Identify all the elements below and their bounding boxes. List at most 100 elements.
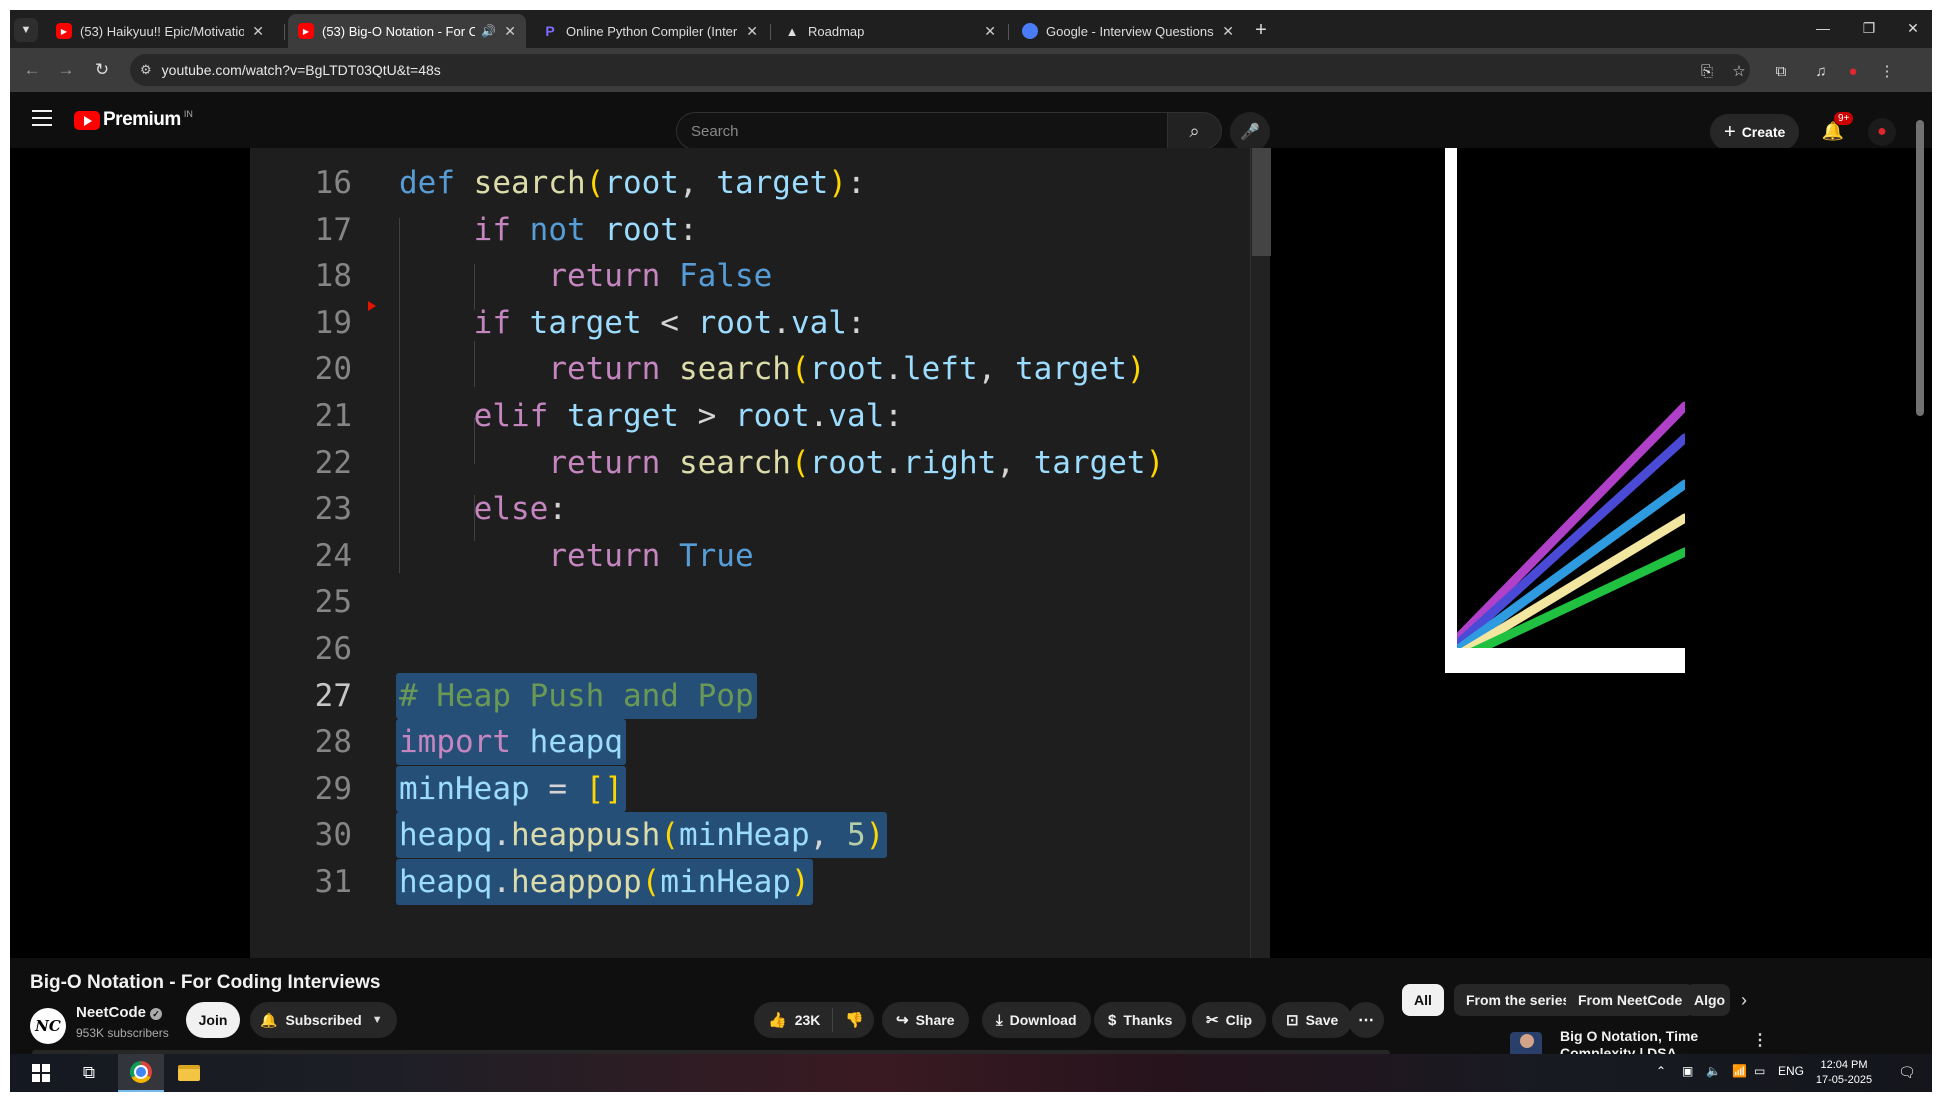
restore-button[interactable]: ❐ (1846, 10, 1892, 46)
back-button[interactable]: ← (20, 58, 44, 82)
clock[interactable]: 12:04 PM 17-05-2025 (1814, 1058, 1874, 1088)
extensions-icon[interactable]: ⧉ (1770, 60, 1792, 82)
share-button[interactable]: ↪ Share (882, 1002, 969, 1038)
tab-divider (770, 24, 771, 40)
chevron-up-icon[interactable]: ⌃ (1656, 1064, 1666, 1078)
youtube-premium-logo[interactable]: Premium IN (74, 109, 193, 131)
account-avatar[interactable]: ● (1868, 118, 1896, 146)
join-button[interactable]: Join (186, 1002, 240, 1038)
code-token: else (473, 491, 549, 528)
chevron-down-icon: ▼ (371, 1014, 383, 1026)
create-button[interactable]: + Create (1710, 114, 1800, 150)
line-number: 25 (314, 584, 352, 621)
line-number: 18 (314, 258, 352, 295)
media-controls-icon[interactable]: ♫ (1810, 60, 1832, 82)
audio-playing-icon[interactable]: 🔊 (481, 24, 496, 38)
code-token: > (678, 398, 735, 434)
line-number: 24 (314, 537, 352, 574)
code-token: if (473, 211, 530, 248)
start-button[interactable] (18, 1054, 64, 1092)
close-tab-icon[interactable]: ✕ (252, 23, 264, 40)
windows-taskbar: ⧉ ⌃ ▣ 🔈 📶 ▭ ENG 12:04 PM 17-05-2025 🗨 (10, 1054, 1932, 1092)
voice-search-button[interactable]: 🎤 (1230, 112, 1270, 152)
tab-title: (53) Haikyuu!! Epic/Motivational (80, 23, 245, 39)
chip-all[interactable]: All (1402, 984, 1444, 1016)
code-token: val (828, 398, 885, 434)
tab-google-interview-questions[interactable]: Google - Interview Questions | Leet ✕ (1012, 14, 1244, 48)
search-input[interactable]: Search (676, 112, 1168, 150)
minimize-button[interactable]: — (1800, 10, 1846, 46)
tab-haikyuu[interactable]: ▶ (53) Haikyuu!! Epic/Motivational ✕ (46, 14, 274, 48)
close-tab-icon[interactable]: ✕ (504, 23, 516, 40)
download-button[interactable]: ⤓ Download (982, 1002, 1091, 1038)
code-token: True (678, 537, 754, 574)
code-token: ( (790, 351, 810, 388)
tab-search-button[interactable]: ▼ (14, 18, 38, 42)
new-tab-button[interactable]: + (1247, 16, 1275, 44)
thanks-button[interactable]: $ Thanks (1094, 1002, 1187, 1038)
notifications-center-icon[interactable]: 🗨 (1898, 1064, 1916, 1081)
tab-online-python-compiler[interactable]: P Online Python Compiler (Interpreter) ✕ (532, 14, 768, 48)
search-button[interactable]: ⌕ (1168, 112, 1222, 150)
chip-from-the-series[interactable]: From the series (1454, 984, 1583, 1016)
chevron-right-icon[interactable]: › (1730, 986, 1758, 1014)
task-view-button[interactable]: ⧉ (66, 1054, 112, 1092)
notifications-button[interactable]: 🔔 9+ (1818, 112, 1854, 146)
more-actions-button[interactable]: ⋯ (1348, 1002, 1384, 1038)
indent-guide (399, 218, 400, 573)
profile-avatar-icon[interactable]: ● (1842, 60, 1864, 82)
code-token: return (548, 258, 679, 295)
editor-scrollbar (1250, 148, 1271, 958)
thumbs-up-icon: 👍 (768, 1012, 787, 1029)
close-window-button[interactable]: ✕ (1890, 10, 1932, 46)
close-tab-icon[interactable]: ✕ (746, 23, 758, 40)
chip-from-neetcode[interactable]: From NeetCode (1566, 984, 1695, 1016)
code-token: minHeap (399, 770, 530, 807)
bookmark-star-icon[interactable]: ☆ (1728, 60, 1750, 82)
address-bar[interactable]: ⚙ youtube.com/watch?v=BgLTDT03QtU&t=48s (130, 54, 1750, 86)
editor-scrollbar-thumb (1252, 148, 1271, 256)
code-line: 28 import heapq (250, 719, 1270, 766)
language-indicator[interactable]: ENG (1778, 1064, 1804, 1078)
clip-button[interactable]: ✂ Clip (1192, 1002, 1267, 1038)
page-scrollbar[interactable] (1914, 114, 1926, 1064)
tab-big-o-notation[interactable]: ▶ (53) Big-O Notation - For Coding 🔊 ✕ (288, 14, 526, 48)
save-button[interactable]: ⊡ Save (1272, 1002, 1353, 1038)
dislike-button[interactable]: 👎 (833, 1011, 876, 1029)
subscribed-button[interactable]: 🔔 Subscribed ▼ (250, 1002, 397, 1038)
channel-name[interactable]: NeetCode ✓ (76, 1004, 163, 1021)
battery-icon[interactable]: ▭ (1754, 1064, 1765, 1078)
video-player[interactable]: 16 def search(root, target): 17 if not roo… (10, 148, 1932, 958)
close-tab-icon[interactable]: ✕ (1222, 23, 1234, 40)
chip-algo[interactable]: Algo (1686, 984, 1730, 1016)
more-options-icon[interactable]: ⋮ (1752, 1030, 1768, 1050)
code-token: val (790, 304, 847, 341)
meet-now-icon[interactable]: ▣ (1682, 1064, 1693, 1078)
site-info-icon[interactable]: ⚙ (140, 62, 152, 78)
reload-button[interactable]: ↻ (90, 58, 114, 82)
forward-button[interactable]: → (54, 58, 78, 82)
volume-icon[interactable]: 🔈 (1706, 1064, 1721, 1078)
tab-roadmap[interactable]: ▲ Roadmap ✕ (774, 14, 1006, 48)
wifi-icon[interactable]: 📶 (1732, 1064, 1747, 1078)
code-token: root (697, 304, 773, 341)
browser-menu-icon[interactable]: ⋮ (1876, 60, 1898, 82)
recommended-video-title[interactable]: Big O Notation, Time Complexity | DSA (1560, 1028, 1700, 1054)
code-text: return True (399, 533, 754, 579)
guide-menu-icon[interactable] (32, 110, 52, 126)
install-app-icon[interactable]: ⎘ (1696, 60, 1718, 82)
code-token: search (473, 165, 586, 201)
code-token: if (473, 304, 530, 341)
close-tab-icon[interactable]: ✕ (984, 23, 996, 40)
tab-title: (53) Big-O Notation - For Coding (322, 23, 476, 39)
page-scrollbar-thumb[interactable] (1916, 120, 1924, 416)
taskbar-file-explorer[interactable] (166, 1054, 212, 1092)
youtube-play-icon (74, 110, 100, 130)
like-button[interactable]: 👍 23K (754, 1008, 834, 1032)
taskbar-chrome[interactable] (118, 1054, 164, 1092)
code-token: ( (585, 165, 605, 201)
channel-avatar[interactable]: NC (30, 1008, 66, 1044)
code-editor-frame: 16 def search(root, target): 17 if not roo… (250, 148, 1271, 958)
